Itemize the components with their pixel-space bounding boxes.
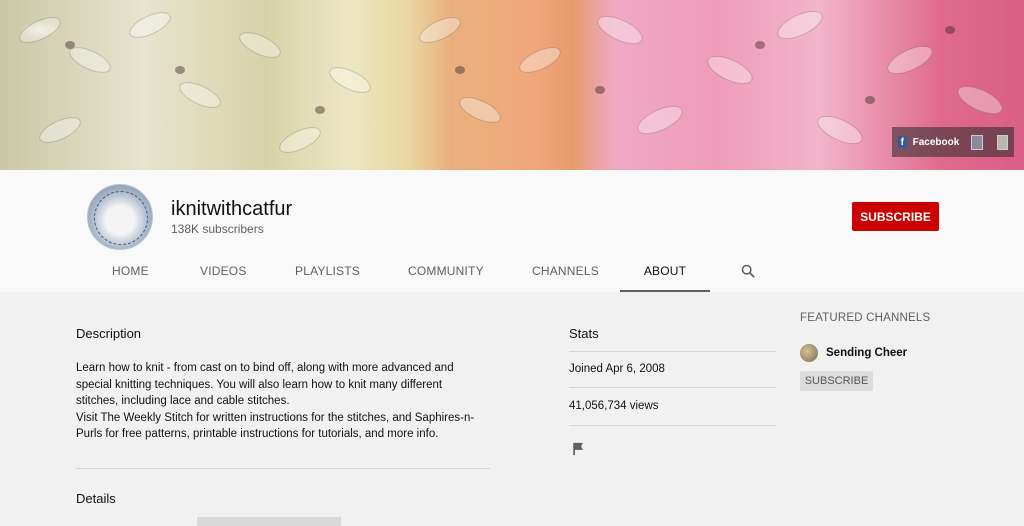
tab-home[interactable]: HOME bbox=[112, 252, 149, 290]
divider bbox=[569, 387, 776, 388]
tab-channels[interactable]: CHANNELS bbox=[532, 252, 599, 290]
featured-subscribe-button[interactable]: SUBSCRIBE bbox=[800, 371, 873, 391]
featured-channels-heading: FEATURED CHANNELS bbox=[800, 312, 931, 324]
details-placeholder bbox=[197, 517, 341, 526]
channel-avatar[interactable] bbox=[87, 184, 153, 250]
search-icon[interactable] bbox=[741, 264, 755, 278]
website-link-icon-2[interactable] bbox=[996, 134, 1008, 150]
joined-date: Joined Apr 6, 2008 bbox=[569, 363, 665, 375]
flag-icon[interactable] bbox=[572, 442, 585, 456]
about-content: Description Learn how to knit - from cas… bbox=[0, 292, 1024, 526]
tab-about[interactable]: ABOUT bbox=[620, 252, 710, 292]
banner-knit-texture bbox=[19, 10, 1003, 153]
tab-community[interactable]: COMMUNITY bbox=[408, 252, 484, 290]
website-link-icon[interactable] bbox=[971, 134, 983, 150]
banner-links: f Facebook bbox=[892, 127, 1014, 157]
channel-tabs: HOME VIDEOS PLAYLISTS COMMUNITY CHANNELS… bbox=[0, 252, 1024, 292]
tab-videos[interactable]: VIDEOS bbox=[200, 252, 247, 290]
channel-name: iknitwithcatfur bbox=[171, 198, 293, 220]
subscriber-count: 138K subscribers bbox=[171, 222, 264, 236]
stats-heading: Stats bbox=[569, 326, 599, 341]
divider bbox=[569, 425, 776, 426]
divider bbox=[76, 468, 490, 469]
description-text: Learn how to knit - from cast on to bind… bbox=[76, 362, 475, 440]
details-heading: Details bbox=[76, 491, 116, 506]
facebook-link[interactable]: Facebook bbox=[913, 137, 960, 148]
description-heading: Description bbox=[76, 326, 142, 341]
featured-channel-name[interactable]: Sending Cheer bbox=[826, 347, 907, 359]
featured-channel-avatar[interactable] bbox=[800, 344, 818, 362]
avatar-ring bbox=[94, 191, 148, 245]
channel-banner: f Facebook bbox=[0, 0, 1024, 170]
subscribe-button[interactable]: SUBSCRIBE bbox=[852, 202, 939, 231]
facebook-icon[interactable]: f bbox=[898, 136, 907, 148]
tab-playlists[interactable]: PLAYLISTS bbox=[295, 252, 360, 290]
divider bbox=[569, 351, 776, 352]
channel-header: iknitwithcatfur 138K subscribers SUBSCRI… bbox=[0, 170, 1024, 292]
view-count: 41,056,734 views bbox=[569, 400, 659, 412]
